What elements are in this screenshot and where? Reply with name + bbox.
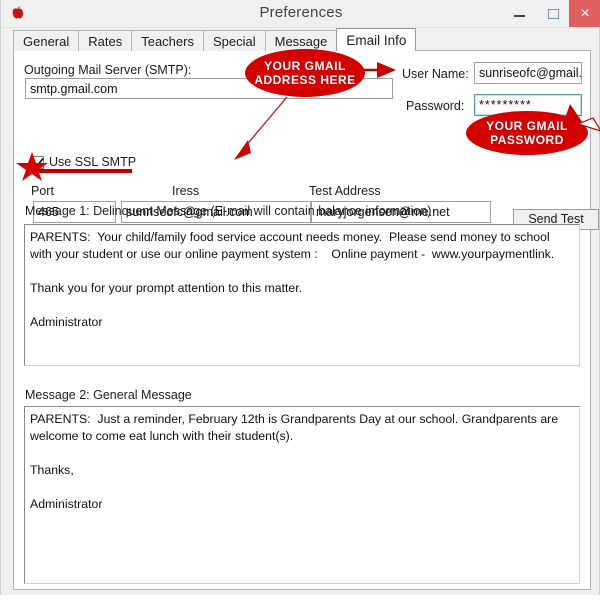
username-label: User Name:	[402, 67, 469, 81]
password-input[interactable]: *********	[474, 94, 582, 116]
tab-rates[interactable]: Rates	[78, 30, 133, 51]
message2-textarea[interactable]: PARENTS: Just a reminder, February 12th …	[24, 406, 580, 584]
port-label: Port	[31, 184, 54, 198]
title-bar: Preferences ×	[1, 0, 600, 28]
message1-textarea[interactable]: PARENTS: Your child/family food service …	[24, 224, 580, 366]
checkbox-box	[31, 155, 44, 169]
password-label: Password:	[406, 99, 465, 113]
minimize-button[interactable]	[501, 0, 537, 27]
check-icon	[33, 157, 44, 167]
close-button[interactable]: ×	[569, 0, 600, 27]
tab-general[interactable]: General	[13, 30, 80, 51]
message1-label: Message 1: Delinquent Message (E-mail wi…	[25, 204, 432, 218]
address-label: Iress	[172, 184, 200, 198]
tab-special[interactable]: Special	[202, 30, 266, 51]
tab-message[interactable]: Message	[264, 30, 338, 51]
tab-bar: General Rates Teachers Special Message E…	[13, 28, 417, 51]
minimize-icon	[513, 15, 525, 18]
close-icon: ×	[580, 5, 590, 22]
test-address-label: Test Address	[309, 184, 381, 198]
smtp-label: Outgoing Mail Server (SMTP):	[24, 63, 192, 77]
email-info-panel: Outgoing Mail Server (SMTP): smtp.gmail.…	[13, 50, 599, 590]
smtp-input[interactable]: smtp.gmail.com	[25, 78, 393, 99]
maximize-icon	[547, 9, 559, 20]
username-input[interactable]: sunriseofc@gmail.c	[474, 62, 582, 84]
ssl-underline-annotation	[31, 169, 132, 173]
preferences-window: Preferences × General Rates Teachers Spe…	[0, 0, 600, 595]
maximize-button[interactable]	[537, 0, 569, 27]
tab-teachers[interactable]: Teachers	[131, 30, 204, 51]
message2-label: Message 2: General Message	[25, 388, 192, 402]
use-ssl-smtp-label: Use SSL SMTP	[49, 155, 137, 169]
tab-email-info[interactable]: Email Info	[336, 28, 417, 51]
